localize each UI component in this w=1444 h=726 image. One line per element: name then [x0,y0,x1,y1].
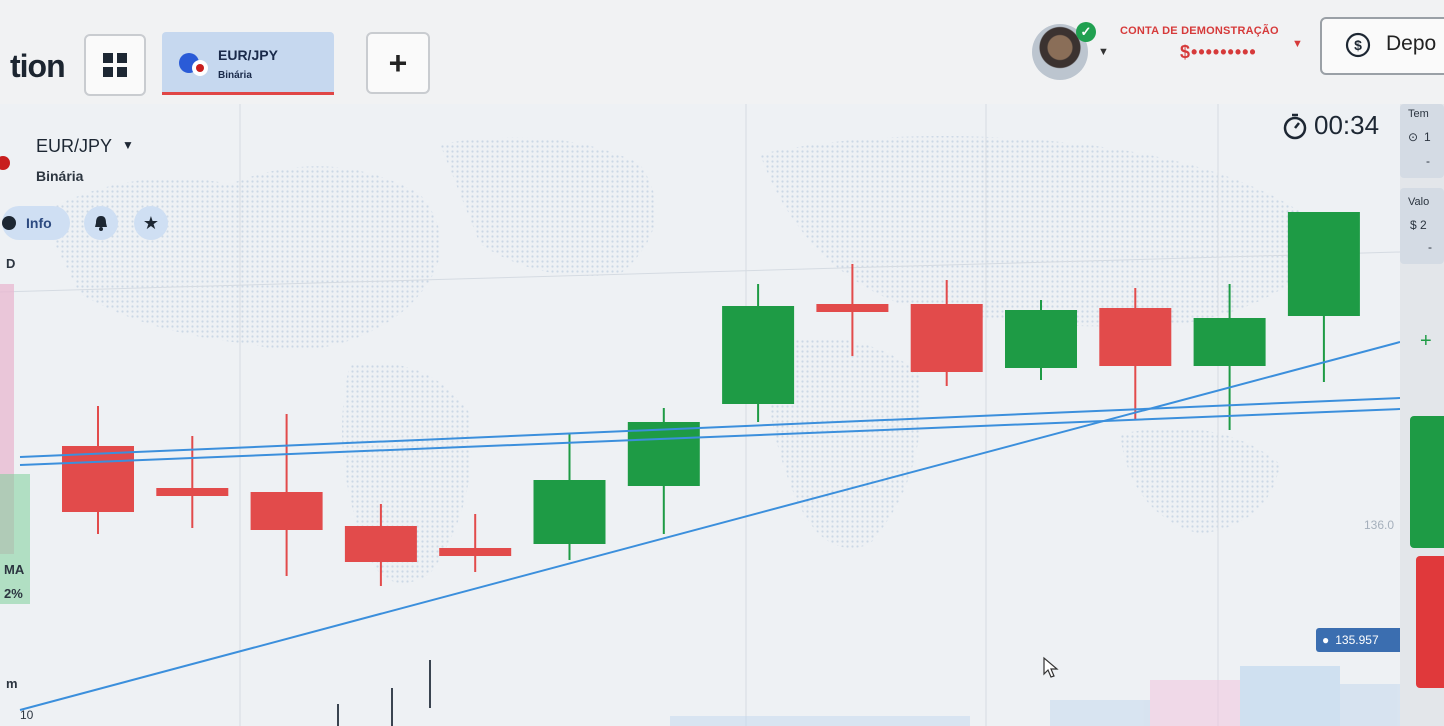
grid-icon [103,53,127,77]
candle-body-bullish [627,422,700,486]
chart-pair-type: Binária [36,168,84,184]
expiry-timer: 00:34 [1282,110,1379,141]
candle-body-bearish [1099,308,1172,366]
currency-pair-icon [179,53,208,76]
time-decrease-button[interactable]: - [1426,154,1430,168]
candle-body-bearish [439,548,512,556]
account-type-label[interactable]: CONTA DE DEMONSTRAÇÃO [1120,25,1279,37]
profile-caret-icon[interactable]: ▼ [1098,46,1109,58]
top-bar: tion EUR/JPY Binária + ✓ ▼ CONTA DE DEMO… [0,0,1444,105]
chart-area[interactable]: EUR/JPY ▼ Binária Info ★ 00:34 D MA 2% m… [0,104,1400,726]
info-label: Info [26,215,52,231]
tab-pair-label: EUR/JPY [218,47,278,63]
price-scale-tick: 136.0 [1364,518,1395,532]
left-label-m: m [6,676,18,691]
value-amount[interactable]: $ 2 [1410,218,1427,232]
account-balance[interactable]: $••••••••• [1180,42,1257,63]
expiry-time-box[interactable]: Tem ⊙ 1 - [1400,104,1444,178]
mouse-cursor-icon [1043,656,1059,678]
favorite-button[interactable]: ★ [134,206,168,240]
svg-text:$: $ [1354,37,1362,53]
stopwatch-icon [1283,113,1307,139]
star-icon: ★ [142,212,160,233]
left-label-d: D [6,256,16,271]
current-price-value: 135.957 [1335,633,1379,647]
investment-box[interactable]: Valo $ 2 - [1400,188,1444,264]
add-indicator-button[interactable]: + [1420,330,1432,353]
candle-body-bullish [533,480,606,544]
tab-type-label: Binária [218,70,252,81]
asset-tab-eurjpy[interactable]: EUR/JPY Binária [162,32,334,95]
value-decrease-button[interactable]: - [1428,240,1432,254]
candle-body-bullish [1193,318,1266,366]
chart-pair-selector[interactable]: EUR/JPY [36,136,112,157]
candle-body-bearish [344,526,417,562]
account-caret-icon[interactable]: ▼ [1292,38,1303,50]
call-up-button[interactable] [1410,416,1444,548]
deposit-button[interactable]: $ Depo [1320,17,1444,75]
asset-grid-button[interactable] [84,34,146,96]
time-label: Tem [1408,108,1429,120]
time-value: 1 [1424,130,1431,144]
candle-body-bearish [910,304,983,372]
add-asset-button[interactable]: + [366,32,430,94]
clock-icon: ⊙ [1408,130,1419,144]
candle-body-bullish [722,306,795,404]
candle-body-bearish [62,446,134,512]
bell-icon [95,216,107,231]
pair-caret-icon[interactable]: ▼ [122,138,134,152]
deposit-label: Depo [1386,32,1437,55]
candle-body-bullish [1005,310,1077,368]
candle-body-bullish [1287,212,1360,316]
info-icon [2,216,16,230]
verified-check-icon: ✓ [1076,22,1096,42]
deposit-cycle-icon: $ [1345,32,1371,58]
brand-logo-text: tion [10,48,66,84]
timer-value: 00:34 [1314,110,1380,140]
current-price-badge: ● 135.957 [1316,628,1400,652]
value-label: Valo [1408,196,1430,208]
put-down-button[interactable] [1416,556,1444,688]
info-button[interactable]: Info [2,206,70,240]
candle-body-bearish [250,492,323,530]
bottom-axis-tick: 10 [20,708,34,722]
candle-body-bearish [156,488,229,496]
candle-body-bearish [816,304,889,312]
price-chart[interactable] [0,104,1400,726]
left-label-percent: 2% [4,586,23,601]
left-label-ma: MA [4,562,25,577]
alert-button[interactable] [84,206,118,240]
trade-panel: Tem ⊙ 1 - Valo $ 2 - + [1400,104,1444,726]
bell-icon: ● [1322,633,1330,647]
